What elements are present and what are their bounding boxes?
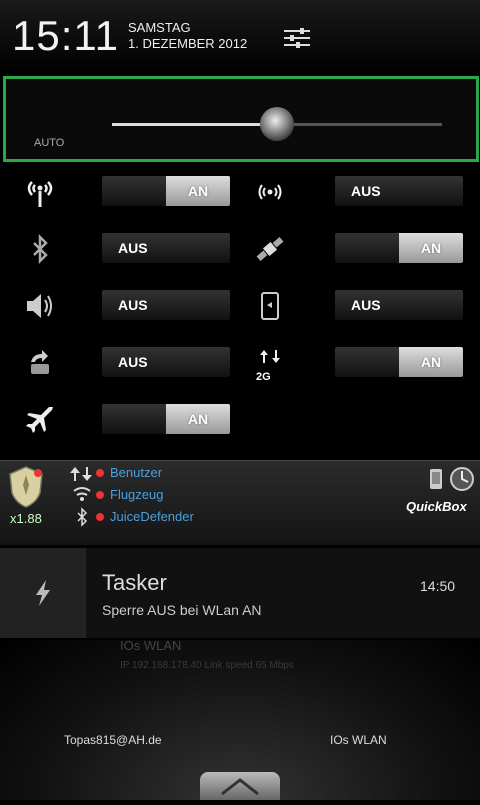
tasker-icon-box xyxy=(0,548,86,638)
juicedefender-widget: x1.88 Benutzer Flugzeug JuiceDefender Qu… xyxy=(0,460,480,545)
bluetooth-icon xyxy=(20,229,60,269)
toggle-state-label: AUS xyxy=(118,297,148,313)
brightness-slider-knob[interactable] xyxy=(260,107,294,141)
toggle-state-label: AUS xyxy=(118,354,148,370)
tasker-notification[interactable]: Tasker 14:50 Sperre AUS bei WLan AN xyxy=(0,548,480,638)
toggle-mobile-data-2g[interactable]: AN xyxy=(335,347,463,377)
tasker-title: Tasker xyxy=(102,570,167,595)
toggle-state-label: AN xyxy=(166,404,230,434)
quickbox-icons[interactable] xyxy=(426,465,474,495)
background-wlan-info: IP 192.168.178.40 Link speed 65 Mbps xyxy=(120,660,294,671)
sound-icon xyxy=(20,286,60,326)
brightness-fill xyxy=(112,123,277,126)
wifi-hotspot-icon xyxy=(250,172,290,212)
wifi-tethering-icon xyxy=(20,172,60,212)
toggle-state-label: AN xyxy=(166,176,230,206)
toggle-airplane[interactable]: AN xyxy=(102,404,230,434)
juicedefender-shield-icon[interactable] xyxy=(6,465,46,509)
tasker-time: 14:50 xyxy=(420,578,456,594)
status-dot-icon xyxy=(96,490,104,499)
auto-brightness-label[interactable]: AUTO xyxy=(34,137,64,149)
toggle-state-label: AUS xyxy=(118,240,148,256)
status-dot-icon xyxy=(96,468,104,477)
jd-item-flugzeug[interactable]: Flugzeug xyxy=(96,487,163,502)
jd-status-icons xyxy=(70,465,94,533)
toggle-sound[interactable]: AUS xyxy=(102,290,230,320)
toggle-wifi-tethering[interactable]: AN xyxy=(102,176,230,206)
tasker-text: Sperre AUS bei WLan AN xyxy=(102,602,262,618)
toggle-state-label: AUS xyxy=(351,297,381,313)
airplane-icon xyxy=(20,400,60,440)
carrier-label: Topas815@AH.de xyxy=(64,733,162,747)
settings-sliders-icon[interactable] xyxy=(282,26,312,50)
lightning-icon xyxy=(28,578,58,613)
auto-rotate-icon xyxy=(250,286,290,326)
quickbox-label[interactable]: QuickBox xyxy=(406,499,467,514)
toggle-state-label: AUS xyxy=(351,183,381,199)
jd-item-juicedefender[interactable]: JuiceDefender xyxy=(96,509,194,524)
wlan-ssid-label: IOs WLAN xyxy=(330,733,387,747)
jd-item-label: Flugzeug xyxy=(110,487,164,502)
date-label: 1. DEZEMBER 2012 xyxy=(128,36,248,51)
gps-satellite-icon xyxy=(250,229,290,269)
sync-icon xyxy=(20,343,60,383)
toggle-sync[interactable]: AUS xyxy=(102,347,230,377)
brightness-panel: AUTO xyxy=(3,76,479,162)
jd-item-benutzer[interactable]: Benutzer xyxy=(96,465,162,480)
jd-item-label: JuiceDefender xyxy=(110,509,194,524)
background-wlan-name: IOs WLAN xyxy=(120,638,182,653)
status-dot-icon xyxy=(96,512,104,521)
notification-drag-handle[interactable] xyxy=(200,772,280,800)
weekday-label: SAMSTAG xyxy=(128,20,191,35)
jd-item-label: Benutzer xyxy=(110,465,163,480)
toggle-state-label: AN xyxy=(399,347,463,377)
toggle-gps-satellite[interactable]: AN xyxy=(335,233,463,263)
toggle-auto-rotate[interactable]: AUS xyxy=(335,290,463,320)
toggle-wifi-hotspot[interactable]: AUS xyxy=(335,176,463,206)
network-type-label: 2G xyxy=(256,371,271,383)
toggle-state-label: AN xyxy=(399,233,463,263)
juicedefender-multiplier: x1.88 xyxy=(10,511,42,526)
mobile-data-2g-icon: 2G xyxy=(250,343,290,383)
clock: 15:11 xyxy=(12,12,119,59)
toggle-bluetooth[interactable]: AUS xyxy=(102,233,230,263)
